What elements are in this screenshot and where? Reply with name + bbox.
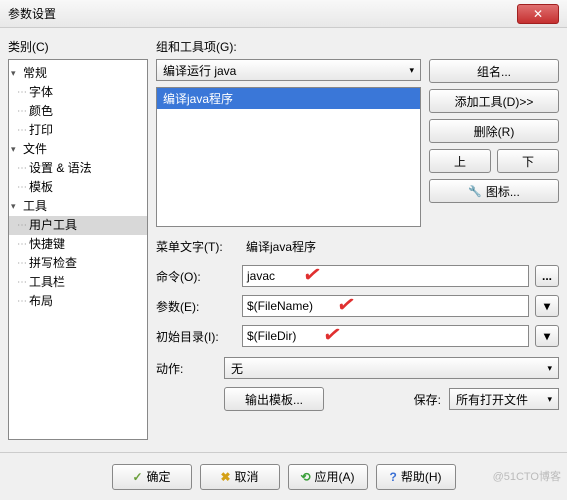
tool-list[interactable]: 编译java程序 xyxy=(156,87,421,227)
group-name-button[interactable]: 组名... xyxy=(429,59,559,83)
add-tool-button[interactable]: 添加工具(D)>> xyxy=(429,89,559,113)
window-title: 参数设置 xyxy=(8,5,517,22)
action-combo[interactable]: 无 xyxy=(224,357,559,379)
button-bar: ✓确定 ✖取消 ⟲应用(A) ?帮助(H) xyxy=(0,452,567,500)
menu-text-label: 菜单文字(T): xyxy=(156,238,236,255)
help-button[interactable]: ?帮助(H) xyxy=(376,464,456,490)
list-item[interactable]: 编译java程序 xyxy=(157,88,420,109)
action-label: 动作: xyxy=(156,360,216,377)
tree-node-color[interactable]: 颜色 xyxy=(9,102,147,121)
checkmark-icon: ✓ xyxy=(320,320,343,349)
settings-panel: 组和工具项(G): 编译运行 java 编译java程序 组名... 添加工具(… xyxy=(156,38,559,440)
output-template-button[interactable]: 输出模板... xyxy=(224,387,324,411)
args-field[interactable]: $(FileName)✓ xyxy=(242,295,529,317)
tree-node-user-tools[interactable]: 用户工具 xyxy=(9,216,147,235)
cancel-button[interactable]: ✖取消 xyxy=(200,464,280,490)
wrench-icon: 🔧 xyxy=(468,185,482,198)
args-menu-button[interactable]: ▾ xyxy=(535,295,559,317)
tree-node-toolbar[interactable]: 工具栏 xyxy=(9,273,147,292)
watermark: @51CTO博客 xyxy=(493,468,561,484)
menu-text-field[interactable]: 编译java程序 xyxy=(242,235,559,257)
check-icon: ✓ xyxy=(132,470,142,484)
close-button[interactable]: ✕ xyxy=(517,4,559,24)
close-icon: ✕ xyxy=(533,7,543,21)
ok-button[interactable]: ✓确定 xyxy=(112,464,192,490)
icon-button[interactable]: 🔧 图标... xyxy=(429,179,559,203)
tree-node-spellcheck[interactable]: 拼写检查 xyxy=(9,254,147,273)
group-label: 组和工具项(G): xyxy=(156,38,559,55)
category-label: 类别(C) xyxy=(8,38,148,55)
tree-node-font[interactable]: 字体 xyxy=(9,83,147,102)
title-bar: 参数设置 ✕ xyxy=(0,0,567,28)
tree-node-template[interactable]: 模板 xyxy=(9,178,147,197)
move-down-button[interactable]: 下 xyxy=(497,149,559,173)
move-up-button[interactable]: 上 xyxy=(429,149,491,173)
tree-node-shortcuts[interactable]: 快捷键 xyxy=(9,235,147,254)
apply-button[interactable]: ⟲应用(A) xyxy=(288,464,368,490)
tree-node-syntax[interactable]: 设置 & 语法 xyxy=(9,159,147,178)
cancel-icon: ✖ xyxy=(220,470,230,484)
save-combo[interactable]: 所有打开文件 xyxy=(449,388,559,410)
args-label: 参数(E): xyxy=(156,298,236,315)
command-label: 命令(O): xyxy=(156,268,236,285)
checkmark-icon: ✓ xyxy=(334,290,357,319)
apply-icon: ⟲ xyxy=(300,470,310,484)
tree-node-tools[interactable]: 工具 xyxy=(9,197,147,216)
category-tree[interactable]: 常规 字体 颜色 打印 文件 设置 & 语法 模板 工具 用户工具 快捷键 拼写… xyxy=(8,59,148,440)
dialog-body: 类别(C) 常规 字体 颜色 打印 文件 设置 & 语法 模板 工具 用户工具 … xyxy=(0,28,567,440)
help-icon: ? xyxy=(389,470,396,484)
tree-node-layout[interactable]: 布局 xyxy=(9,292,147,311)
tree-node-file[interactable]: 文件 xyxy=(9,140,147,159)
group-combo[interactable]: 编译运行 java xyxy=(156,59,421,81)
tree-node-print[interactable]: 打印 xyxy=(9,121,147,140)
initdir-label: 初始目录(I): xyxy=(156,328,236,345)
browse-command-button[interactable]: ... xyxy=(535,265,559,287)
command-field[interactable]: javac✓ xyxy=(242,265,529,287)
tree-node-general[interactable]: 常规 xyxy=(9,64,147,83)
delete-button[interactable]: 删除(R) xyxy=(429,119,559,143)
initdir-field[interactable]: $(FileDir)✓ xyxy=(242,325,529,347)
category-panel: 类别(C) 常规 字体 颜色 打印 文件 设置 & 语法 模板 工具 用户工具 … xyxy=(8,38,148,440)
initdir-menu-button[interactable]: ▾ xyxy=(535,325,559,347)
checkmark-icon: ✓ xyxy=(300,260,323,289)
save-label: 保存: xyxy=(414,391,441,408)
